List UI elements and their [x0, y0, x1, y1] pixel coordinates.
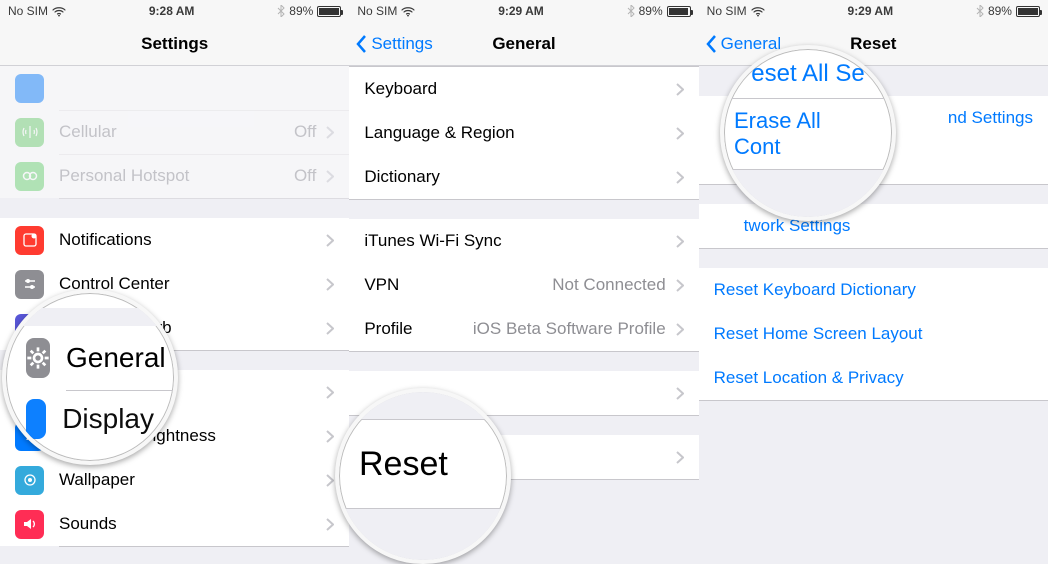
- row-cellular[interactable]: Cellular Off: [0, 110, 349, 154]
- row-notifications[interactable]: Notifications: [0, 218, 349, 262]
- battery-icon: [1016, 6, 1040, 17]
- battery-pct: 89%: [639, 4, 663, 18]
- row-reset-home-screen-layout[interactable]: Reset Home Screen Layout: [699, 312, 1048, 356]
- wallpaper-icon: [15, 466, 44, 495]
- row-label: Keyboard: [364, 79, 665, 99]
- carrier-text: No SIM: [357, 4, 397, 18]
- wifi-icon: [751, 6, 765, 16]
- row-label: Personal Hotspot: [59, 166, 294, 186]
- chevron-right-icon: [326, 474, 334, 487]
- chevron-right-icon: [326, 126, 334, 139]
- battery-icon: [667, 6, 691, 17]
- status-bar: No SIM 9:28 AM 89%: [0, 0, 349, 22]
- magnifier-reset: Reset: [335, 388, 511, 564]
- wifi-icon: [52, 6, 66, 16]
- navbar: Settings: [0, 22, 349, 66]
- row-value: iOS Beta Software Profile: [473, 319, 666, 339]
- chevron-right-icon: [676, 279, 684, 292]
- bluetooth-icon: [976, 5, 984, 17]
- chevron-left-icon: [355, 34, 367, 54]
- hotspot-icon: [15, 162, 44, 191]
- row-value: Off: [294, 122, 316, 142]
- sounds-icon: [15, 510, 44, 539]
- chevron-left-icon: [705, 34, 717, 54]
- row-label: Dictionary: [364, 167, 665, 187]
- magnifier-label-reset-all: eset All Se: [751, 60, 864, 88]
- row-sounds[interactable]: Sounds: [0, 502, 349, 546]
- row-reset-keyboard-dictionary[interactable]: Reset Keyboard Dictionary: [699, 268, 1048, 312]
- chevron-right-icon: [326, 518, 334, 531]
- battery-pct: 89%: [289, 4, 313, 18]
- chevron-right-icon: [676, 127, 684, 140]
- status-bar: No SIM 9:29 AM 89%: [699, 0, 1048, 22]
- row-partial-top: [0, 66, 349, 110]
- battery-pct: 89%: [988, 4, 1012, 18]
- magnifier-label-erase-all: Erase All Cont: [734, 108, 872, 160]
- chevron-right-icon: [326, 170, 334, 183]
- chevron-right-icon: [326, 386, 334, 399]
- notifications-icon: [15, 226, 44, 255]
- page-title: Settings: [0, 34, 349, 54]
- row-value: Off: [294, 166, 316, 186]
- back-button[interactable]: Settings: [355, 22, 432, 65]
- chevron-right-icon: [676, 83, 684, 96]
- row-label: VPN: [364, 275, 552, 295]
- row-label: iTunes Wi-Fi Sync: [364, 231, 665, 251]
- carrier-text: No SIM: [707, 4, 747, 18]
- row-profile[interactable]: Profile iOS Beta Software Profile: [349, 307, 698, 351]
- row-label: Notifications: [59, 230, 316, 250]
- row-vpn[interactable]: VPN Not Connected: [349, 263, 698, 307]
- carrier-text: No SIM: [8, 4, 48, 18]
- magnifier-label-general: General: [66, 342, 166, 374]
- status-time: 9:28 AM: [149, 4, 195, 18]
- chevron-right-icon: [326, 430, 334, 443]
- chevron-right-icon: [326, 278, 334, 291]
- magnifier-label-reset: Reset: [359, 445, 448, 484]
- status-time: 9:29 AM: [848, 4, 894, 18]
- row-label: Profile: [364, 319, 473, 339]
- row-keyboard[interactable]: Keyboard: [349, 67, 698, 111]
- status-time: 9:29 AM: [498, 4, 544, 18]
- row-dictionary[interactable]: Dictionary: [349, 155, 698, 199]
- row-label: Reset Location & Privacy: [714, 368, 1033, 388]
- chevron-right-icon: [326, 234, 334, 247]
- magnifier-label-display: Display: [62, 403, 154, 435]
- chevron-right-icon: [676, 235, 684, 248]
- row-label: Reset Keyboard Dictionary: [714, 280, 1033, 300]
- gear-icon: [26, 338, 50, 378]
- row-label: Reset Home Screen Layout: [714, 324, 1033, 344]
- magnifier-erase-all: eset All Se Erase All Cont: [720, 45, 896, 221]
- back-label: Settings: [371, 34, 432, 54]
- cellular-icon: [15, 118, 44, 147]
- chevron-right-icon: [676, 323, 684, 336]
- wifi-icon: [401, 6, 415, 16]
- chevron-right-icon: [676, 451, 684, 464]
- bluetooth-icon: [627, 5, 635, 17]
- row-label: Cellular: [59, 122, 294, 142]
- row-value: Not Connected: [552, 275, 665, 295]
- generic-app-icon: [15, 74, 44, 103]
- screenshot-settings-root: No SIM 9:28 AM 89% Settings: [0, 0, 349, 564]
- bluetooth-icon: [277, 5, 285, 17]
- row-language-region[interactable]: Language & Region: [349, 111, 698, 155]
- row-personal-hotspot[interactable]: Personal Hotspot Off: [0, 154, 349, 198]
- row-label: twork Settings: [714, 216, 1033, 236]
- chevron-right-icon: [676, 387, 684, 400]
- battery-icon: [317, 6, 341, 17]
- row-label: Sounds: [59, 514, 316, 534]
- row-label: Language & Region: [364, 123, 665, 143]
- row-label: Wallpaper: [59, 470, 316, 490]
- navbar: Settings General: [349, 22, 698, 66]
- row-reset-location-privacy[interactable]: Reset Location & Privacy: [699, 356, 1048, 400]
- row-wallpaper[interactable]: Wallpaper: [0, 458, 349, 502]
- status-bar: No SIM 9:29 AM 89%: [349, 0, 698, 22]
- display-icon: [26, 399, 46, 439]
- chevron-right-icon: [676, 171, 684, 184]
- magnifier-general: General Display: [2, 289, 178, 465]
- row-itunes-wifi-sync[interactable]: iTunes Wi-Fi Sync: [349, 219, 698, 263]
- chevron-right-icon: [326, 322, 334, 335]
